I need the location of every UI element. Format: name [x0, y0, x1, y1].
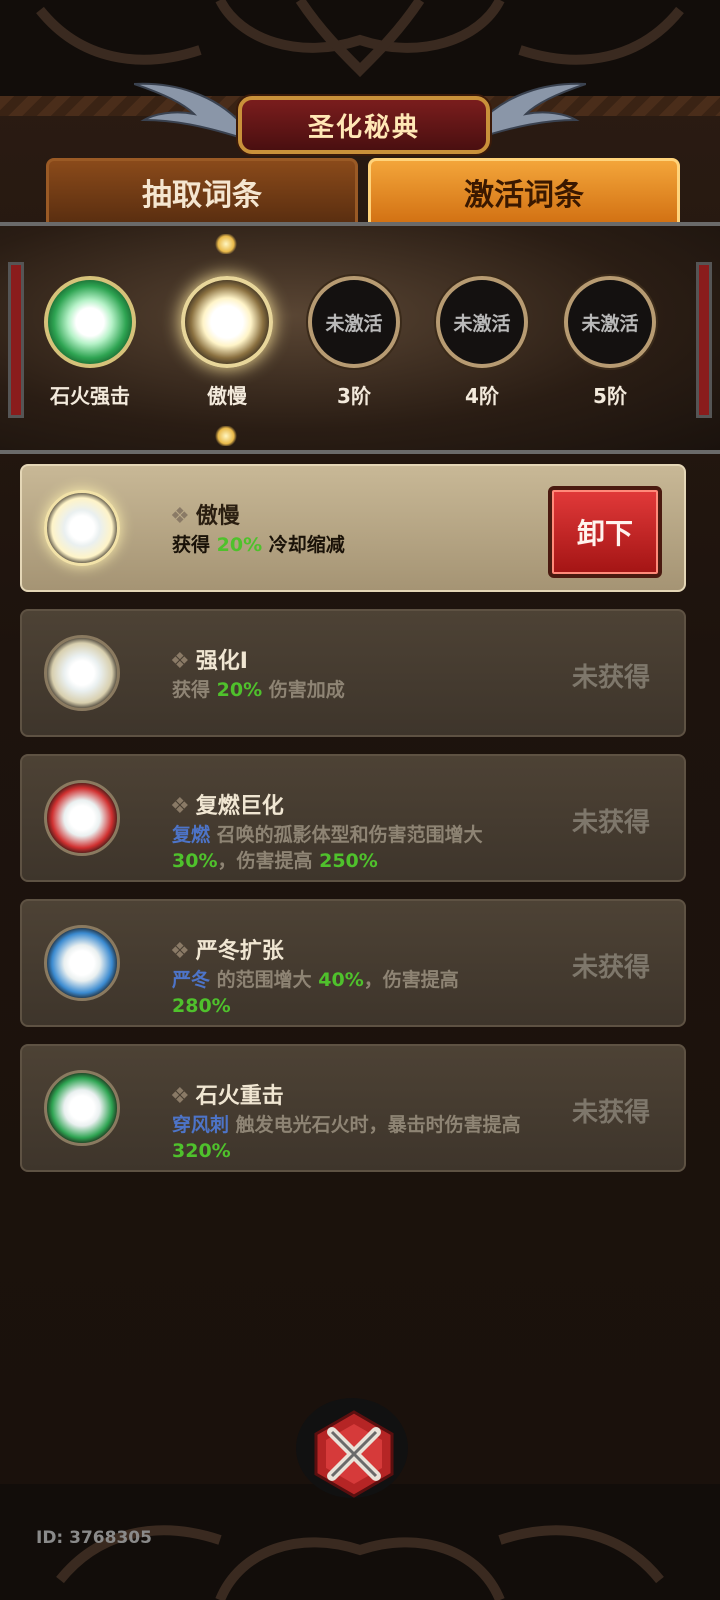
slot-3-label: 3阶	[337, 384, 371, 408]
desc-segment: 320%	[172, 1140, 231, 1162]
entry-4-desc: 严冬 的范围增大 40%，伤害提高 280%	[172, 967, 522, 1019]
desc-segment: 280%	[172, 995, 231, 1017]
slot-4-ring-text: 未激活	[453, 312, 511, 335]
entry-5-status: 未获得	[571, 1098, 650, 1128]
entry-card-1[interactable]: ❖ 傲慢 获得 20% 冷却缩减 卸下	[20, 464, 686, 592]
slot-4-label: 4阶	[465, 384, 499, 408]
left-frame-bar	[8, 262, 24, 418]
slot-5-orb: 未激活	[564, 276, 656, 368]
right-frame-bar	[696, 262, 712, 418]
desc-segment: 冷却缩减	[262, 534, 345, 556]
entry-4-status: 未获得	[571, 953, 650, 983]
desc-segment: 获得	[172, 679, 217, 701]
close-icon[interactable]	[310, 1410, 398, 1498]
slot-5-label: 5阶	[593, 384, 627, 408]
diamond-icon: ❖	[170, 939, 190, 964]
desc-segment: 触发电光石火时，暴击时伤害提高	[229, 1114, 521, 1136]
diamond-icon: ❖	[170, 504, 190, 529]
selection-top-glow	[214, 234, 238, 254]
title-banner: 圣化秘典	[0, 74, 720, 154]
entry-card-4[interactable]: ❖ 严冬扩张 严冬 的范围增大 40%，伤害提高 280% 未获得	[20, 899, 686, 1027]
entry-2-status: 未获得	[571, 663, 650, 693]
desc-segment: 获得	[172, 534, 217, 556]
tab-draw-entries[interactable]: 抽取词条	[46, 158, 358, 226]
user-id: ID: 3768305	[36, 1528, 152, 1548]
selection-bottom-glow	[214, 426, 238, 446]
desc-segment: 20%	[216, 534, 263, 556]
desc-segment: 严冬	[172, 969, 211, 991]
desc-segment: 20%	[216, 679, 263, 701]
slot-3-ring-text: 未激活	[325, 312, 383, 335]
slot-1-label: 石火强击	[50, 384, 130, 408]
diamond-icon: ❖	[170, 1084, 190, 1109]
slot-5-ring-text: 未激活	[581, 312, 639, 335]
entry-2-orb-icon	[44, 635, 120, 711]
slot-4-orb: 未激活	[436, 276, 528, 368]
desc-segment: 40%	[318, 969, 364, 991]
entry-5-orb-icon	[44, 1070, 120, 1146]
slot-1-orb	[44, 276, 136, 368]
left-wing-icon	[134, 82, 243, 140]
desc-segment: 召唤的孤影体型和伤害范围增大	[210, 824, 483, 846]
entry-4-orb-icon	[44, 925, 120, 1001]
entry-3-desc: 复燃 召唤的孤影体型和伤害范围增大 30%，伤害提高 250%	[172, 822, 522, 874]
entry-4-name: 严冬扩张	[195, 939, 284, 964]
slot-2[interactable]: 傲慢	[177, 276, 277, 416]
slot-2-label: 傲慢	[207, 384, 247, 408]
desc-segment: 30%	[172, 850, 218, 872]
entry-2-name: 强化I	[195, 649, 248, 674]
entry-card-2[interactable]: ❖ 强化I 获得 20% 伤害加成 未获得	[20, 609, 686, 737]
diamond-icon: ❖	[170, 649, 190, 674]
entry-1-name: 傲慢	[195, 504, 240, 529]
entry-card-3[interactable]: ❖ 复燃巨化 复燃 召唤的孤影体型和伤害范围增大 30%，伤害提高 250% 未获…	[20, 754, 686, 882]
slot-3-orb: 未激活	[308, 276, 400, 368]
unequip-button[interactable]: 卸下	[548, 486, 662, 578]
desc-segment: 复燃	[172, 824, 211, 846]
entry-2-desc: 获得 20% 伤害加成	[172, 677, 522, 703]
desc-segment: 穿风刺	[172, 1114, 230, 1136]
slot-3[interactable]: 未激活 3阶	[304, 276, 404, 416]
entry-3-status: 未获得	[571, 808, 650, 838]
entry-1-desc: 获得 20% 冷却缩减	[172, 532, 522, 558]
slot-4[interactable]: 未激活 4阶	[432, 276, 532, 416]
desc-segment: 的范围增大	[210, 969, 319, 991]
slot-2-orb	[181, 276, 273, 368]
entry-5-desc: 穿风刺 触发电光石火时，暴击时伤害提高 320%	[172, 1112, 522, 1164]
entry-slots-strip: 石火强击 傲慢 未激活 3阶 未激活 4阶 未激活 5阶	[0, 222, 720, 454]
entry-5-name: 石火重击	[195, 1084, 284, 1109]
page-title: 圣化秘典	[238, 96, 490, 154]
desc-segment: ，伤害提高	[363, 969, 459, 991]
entry-card-5[interactable]: ❖ 石火重击 穿风刺 触发电光石火时，暴击时伤害提高 320% 未获得	[20, 1044, 686, 1172]
entry-1-orb-icon	[44, 490, 120, 566]
right-wing-icon	[477, 82, 586, 140]
desc-segment: ，伤害提高	[217, 850, 320, 872]
slot-5[interactable]: 未激活 5阶	[560, 276, 660, 416]
desc-segment: 伤害加成	[262, 679, 345, 701]
diamond-icon: ❖	[170, 794, 190, 819]
slot-1[interactable]: 石火强击	[40, 276, 140, 416]
desc-segment: 250%	[319, 850, 378, 872]
entry-3-name: 复燃巨化	[195, 794, 284, 819]
entry-3-orb-icon	[44, 780, 120, 856]
tab-activate-entries[interactable]: 激活词条	[368, 158, 680, 226]
